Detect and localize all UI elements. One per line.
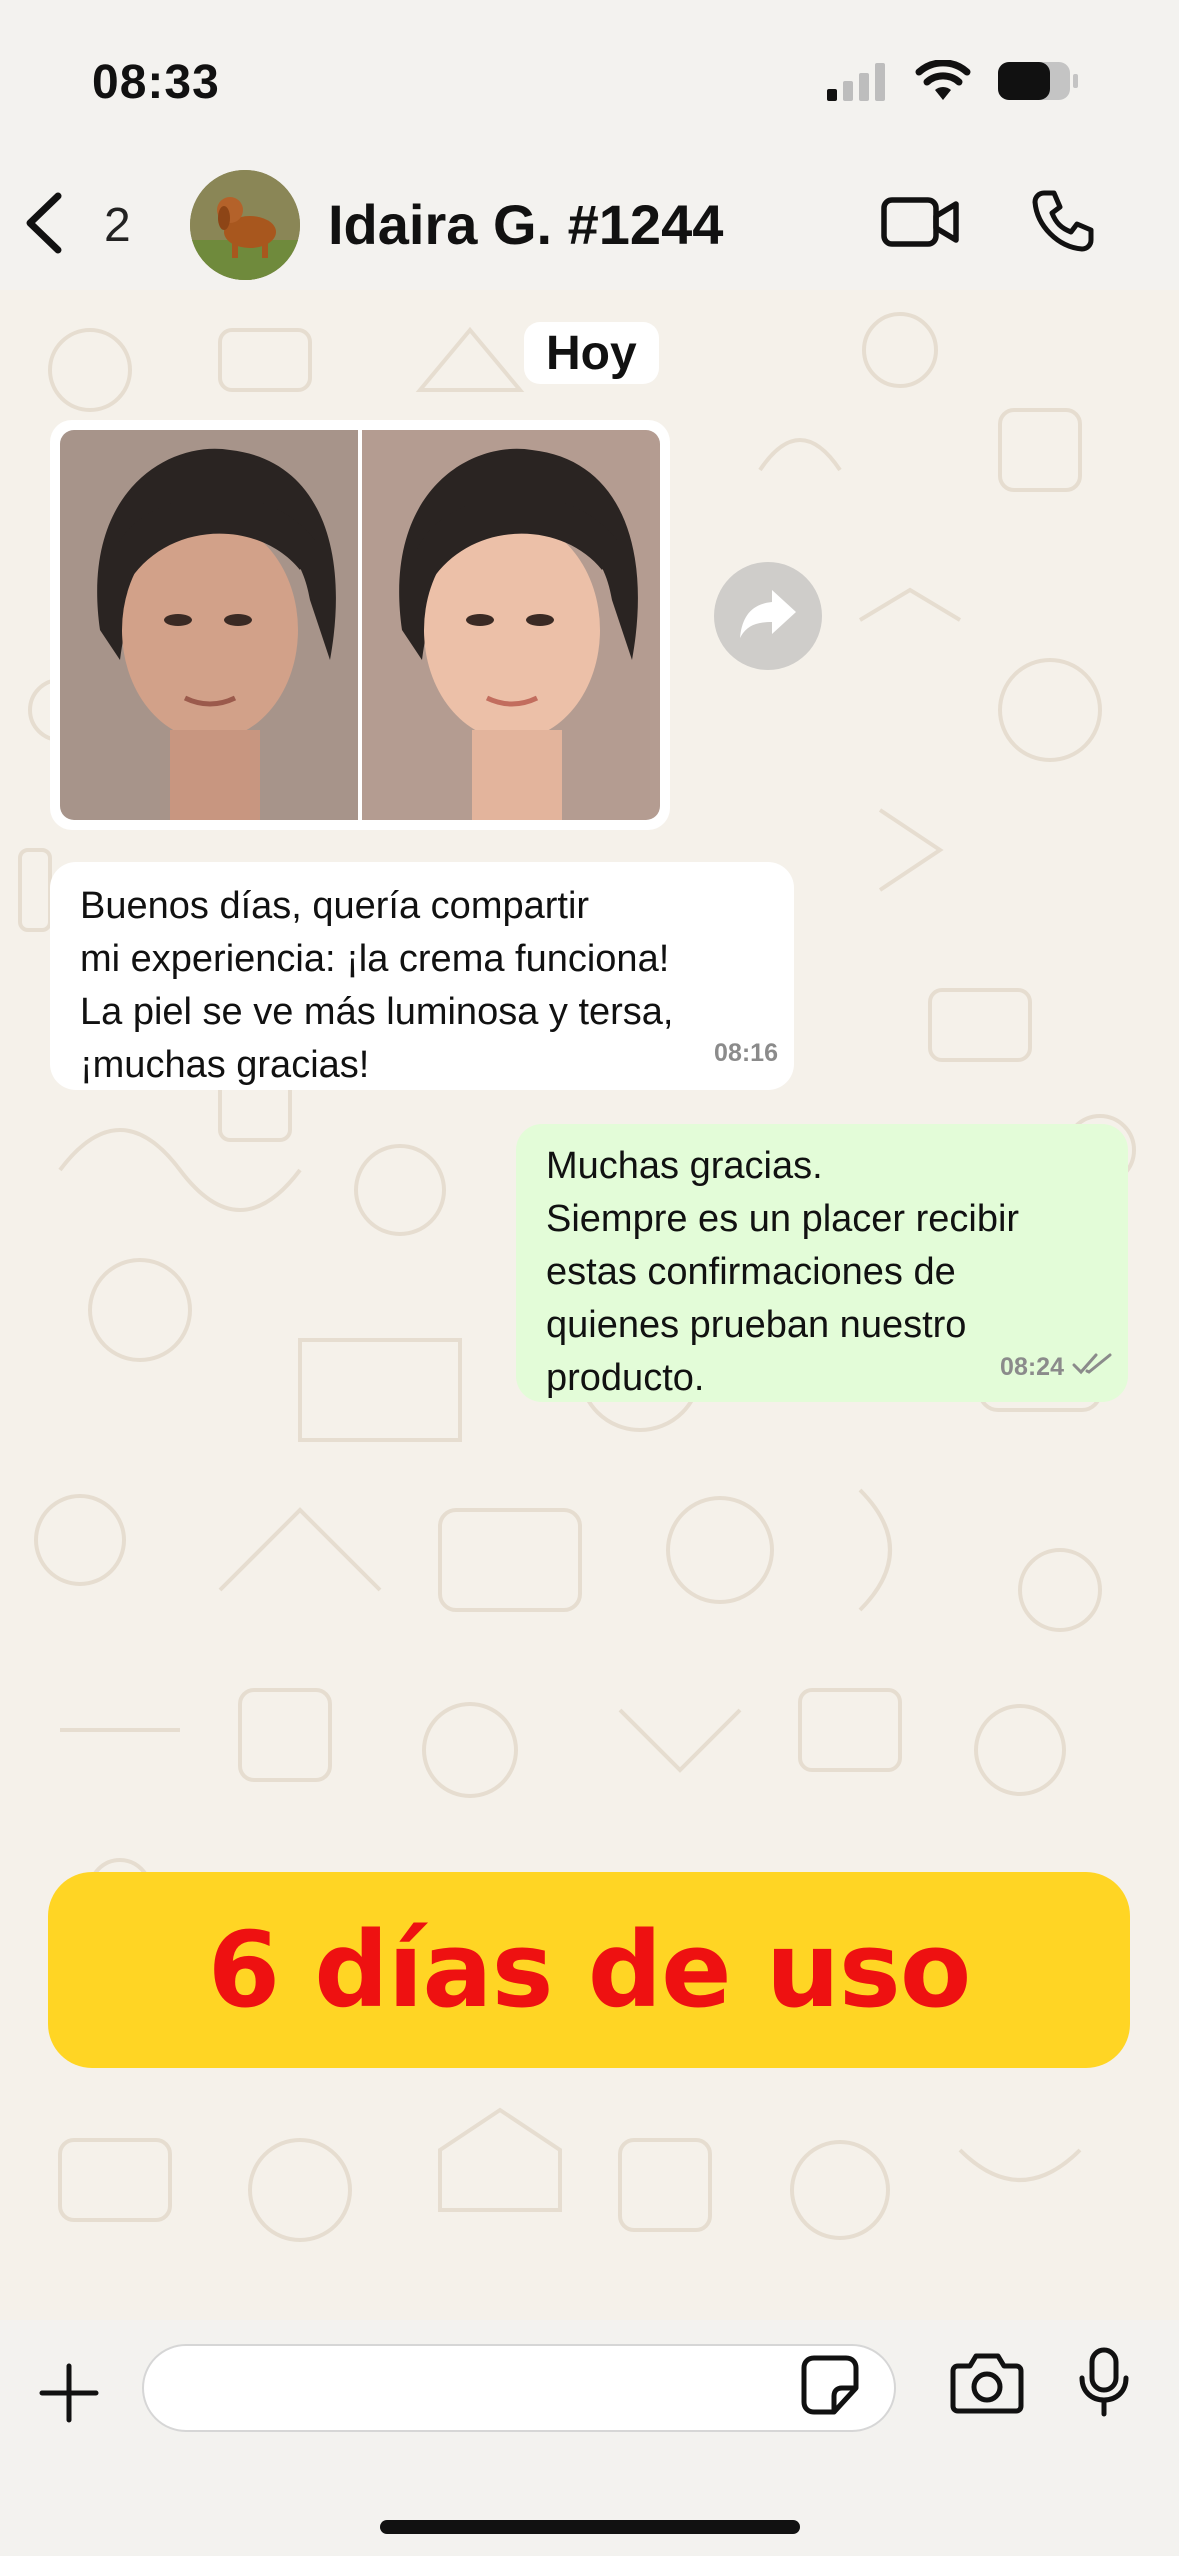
message-line: La piel se ve más luminosa y tersa, <box>80 991 674 1033</box>
video-call-button[interactable] <box>880 192 960 257</box>
wifi-icon <box>915 59 971 107</box>
microphone-button[interactable] <box>1078 2346 1130 2423</box>
forward-arrow-icon <box>736 586 800 647</box>
camera-icon <box>950 2353 1024 2418</box>
before-after-photo[interactable] <box>60 430 660 820</box>
status-time: 08:33 <box>92 56 220 109</box>
message-line: estas confirmaciones de <box>546 1251 956 1293</box>
before-photo <box>60 430 358 820</box>
back-button[interactable]: 2 <box>22 190 131 260</box>
contact-name[interactable]: Idaira G. #1244 <box>328 192 723 257</box>
video-camera-icon <box>880 197 960 256</box>
message-line: Muchas gracias. <box>546 1145 823 1187</box>
home-indicator[interactable] <box>380 2520 800 2534</box>
message-line: Siempre es un placer recibir <box>546 1198 1020 1240</box>
message-line: ¡muchas gracias! <box>80 1044 370 1086</box>
double-check-icon <box>1072 1339 1114 1392</box>
forward-button[interactable] <box>714 562 822 670</box>
outgoing-message[interactable]: Muchas gracias. Siempre es un placer rec… <box>516 1124 1128 1402</box>
message-timestamp: 08:16 <box>714 1039 778 1067</box>
incoming-message[interactable]: Buenos días, quería compartir mi experie… <box>50 862 794 1090</box>
promo-text: 6 días de uso <box>207 1909 972 2031</box>
battery-icon <box>997 60 1079 107</box>
microphone-icon <box>1078 2347 1130 2422</box>
avatar[interactable] <box>190 170 300 280</box>
chevron-left-icon <box>22 190 66 261</box>
message-timestamp: 08:24 <box>1000 1353 1064 1381</box>
status-icons <box>825 59 1079 107</box>
image-message[interactable] <box>50 420 670 830</box>
camera-button[interactable] <box>950 2350 1024 2419</box>
status-bar: 08:33 <box>0 0 1179 160</box>
message-line: mi experiencia: ¡la crema funciona! <box>80 938 670 980</box>
cellular-signal-icon <box>825 61 889 106</box>
sticker-button[interactable] <box>800 2354 860 2421</box>
unread-count: 2 <box>104 198 131 252</box>
phone-icon <box>1030 190 1096 258</box>
message-line: Buenos días, quería compartir <box>80 885 590 927</box>
promo-banner: 6 días de uso <box>48 1872 1130 2068</box>
voice-call-button[interactable] <box>1030 188 1096 259</box>
chat-header: 2 Idaira G. #1244 <box>0 160 1179 290</box>
plus-icon <box>38 2363 100 2428</box>
after-photo <box>362 430 660 820</box>
message-input[interactable] <box>142 2344 896 2432</box>
input-bar <box>0 2320 1179 2556</box>
attach-button[interactable] <box>38 2362 100 2429</box>
chat-area[interactable]: Hoy Buenos días, quería compartir mi exp… <box>0 290 1179 2320</box>
sticker-icon <box>800 2355 860 2420</box>
day-separator: Hoy <box>524 322 659 384</box>
